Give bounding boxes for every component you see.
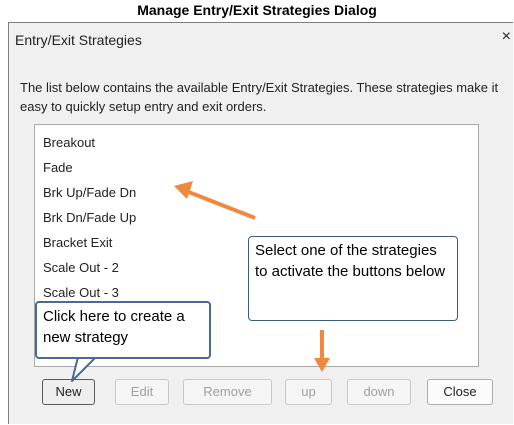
entry-exit-strategies-dialog: Entry/Exit Strategies × The list below c…	[8, 22, 513, 424]
list-item[interactable]: Bracket Exit	[43, 235, 112, 250]
select-strategy-callout: Select one of the strategies to activate…	[248, 236, 458, 321]
new-strategy-callout: Click here to create a new strategy	[35, 301, 211, 359]
list-item[interactable]: Brk Dn/Fade Up	[43, 210, 136, 225]
list-item[interactable]: Scale Out - 3	[43, 285, 119, 300]
list-item[interactable]: Breakout	[43, 135, 95, 150]
new-button[interactable]: New	[42, 379, 95, 405]
edit-button[interactable]: Edit	[115, 379, 169, 405]
list-item[interactable]: Scale Out - 2	[43, 260, 119, 275]
document-title: Manage Entry/Exit Strategies Dialog	[137, 2, 377, 18]
remove-button[interactable]: Remove	[183, 379, 272, 405]
dialog-description: The list below contains the available En…	[20, 80, 499, 114]
close-button[interactable]: Close	[427, 379, 493, 405]
list-item[interactable]: Brk Up/Fade Dn	[43, 185, 136, 200]
up-button[interactable]: up	[285, 379, 332, 405]
close-icon[interactable]: ×	[502, 28, 511, 46]
down-button[interactable]: down	[347, 379, 411, 405]
list-item[interactable]: Fade	[43, 160, 73, 175]
dialog-title: Entry/Exit Strategies	[15, 32, 142, 48]
